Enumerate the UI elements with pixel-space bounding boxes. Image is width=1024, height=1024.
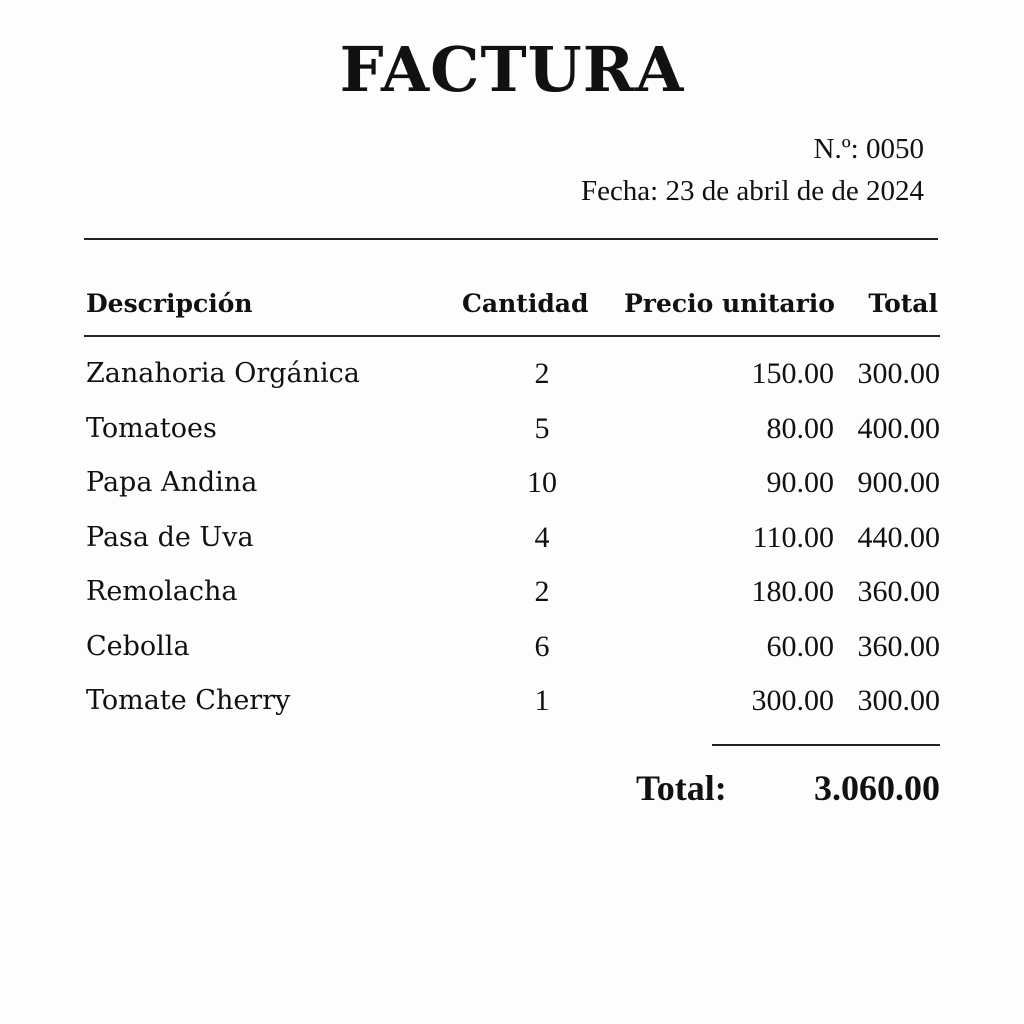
item-quantity: 10 — [527, 466, 557, 499]
table-row: Remolacha 2 180.00 360.00 — [0, 570, 1024, 625]
invoice-meta: N.º: 0050 Fecha: 23 de abril de de 2024 — [581, 128, 924, 212]
item-quantity: 6 — [534, 629, 550, 663]
table-row: Tomatoes 5 80.00 400.00 — [0, 407, 1024, 462]
item-description: Cebolla — [86, 630, 190, 662]
header-description: Descripción — [86, 289, 253, 318]
item-unit-price: 90.00 — [766, 466, 835, 499]
item-quantity: 4 — [534, 520, 550, 554]
invoice-number: N.º: 0050 — [813, 133, 925, 165]
item-description: Pasa de Uva — [86, 521, 254, 553]
item-quantity: 1 — [534, 684, 550, 717]
item-total: 360.00 — [857, 575, 941, 608]
item-unit-price: 180.00 — [751, 575, 835, 608]
item-description: Tomate Cherry — [86, 685, 291, 716]
header-quantity: Cantidad — [462, 289, 589, 318]
header-total: Total — [868, 289, 938, 318]
item-quantity: 2 — [534, 357, 550, 390]
item-total: 440.00 — [857, 520, 941, 554]
grand-total-value: 3.060.00 — [814, 768, 940, 808]
table-row: Cebolla 6 60.00 360.00 — [0, 625, 1024, 680]
item-quantity: 5 — [534, 411, 550, 445]
item-unit-price: 110.00 — [752, 520, 834, 554]
table-row: Zanahoria Orgánica 2 150.00 300.00 — [0, 352, 1024, 407]
invoice-date: Fecha: 23 de abril de de 2024 — [580, 175, 924, 207]
item-description: Papa Andina — [86, 467, 258, 498]
total-divider — [712, 744, 940, 746]
item-unit-price: 80.00 — [766, 411, 835, 445]
top-divider — [84, 238, 938, 240]
item-total: 300.00 — [857, 357, 941, 390]
item-description: Tomatoes — [86, 412, 217, 444]
item-unit-price: 60.00 — [766, 629, 835, 663]
item-unit-price: 300.00 — [751, 684, 835, 717]
header-unit-price: Precio unitario — [624, 289, 835, 318]
item-description: Remolacha — [86, 576, 238, 607]
grand-total-label: Total: — [636, 768, 727, 808]
header-divider — [84, 335, 940, 337]
invoice-title: FACTURA — [339, 33, 685, 106]
table-row: Tomate Cherry 1 300.00 300.00 — [0, 679, 1024, 734]
item-total: 360.00 — [857, 629, 941, 663]
item-total: 300.00 — [857, 684, 941, 717]
item-unit-price: 150.00 — [751, 357, 835, 390]
table-row: Pasa de Uva 4 110.00 440.00 — [0, 516, 1024, 571]
item-total: 900.00 — [857, 466, 941, 499]
line-items: Zanahoria Orgánica 2 150.00 300.00 Tomat… — [0, 352, 1024, 734]
table-row: Papa Andina 10 90.00 900.00 — [0, 461, 1024, 516]
item-total: 400.00 — [857, 411, 941, 445]
item-description: Zanahoria Orgánica — [86, 358, 360, 389]
item-quantity: 2 — [534, 575, 550, 608]
